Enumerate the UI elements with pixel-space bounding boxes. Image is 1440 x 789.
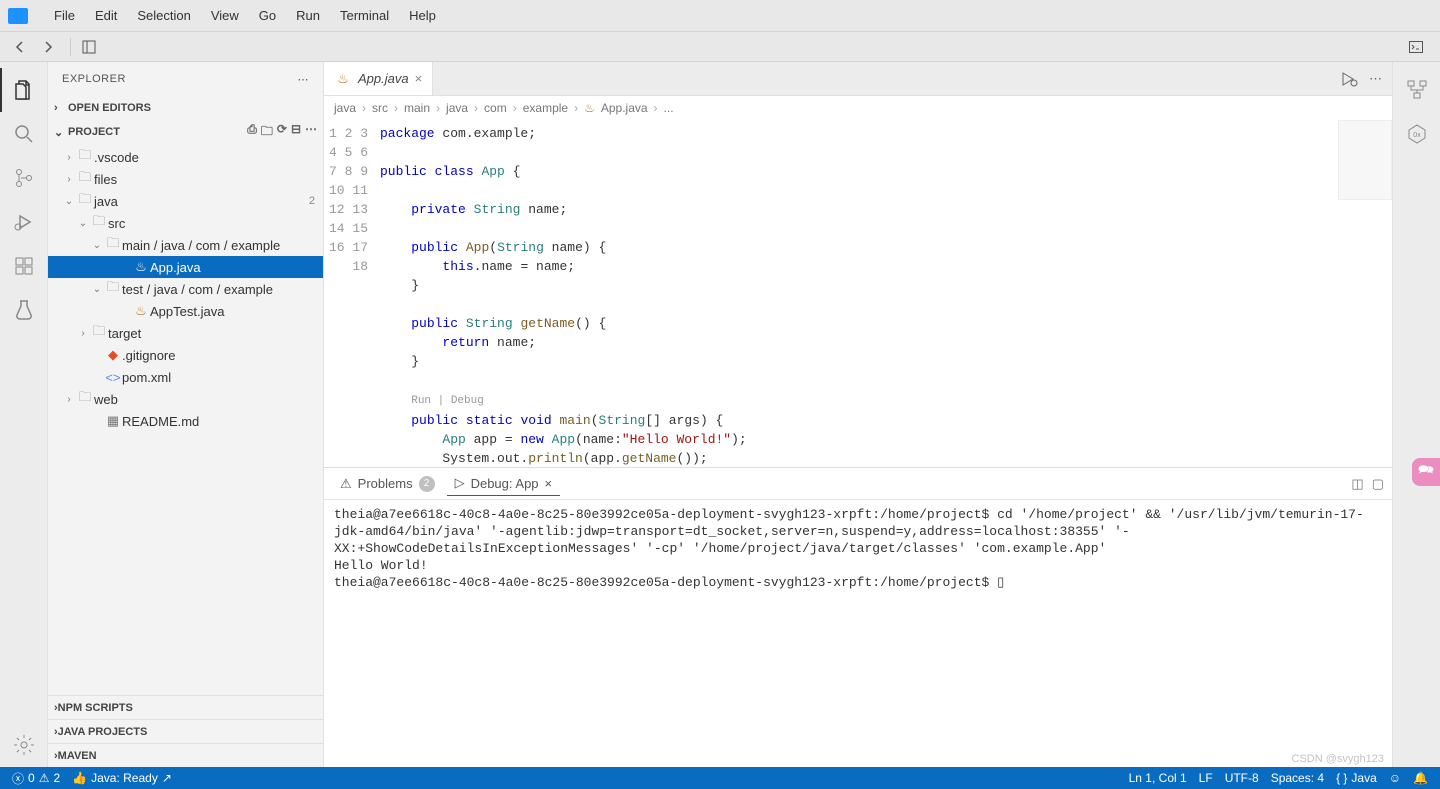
nav-forward-button[interactable]: [36, 35, 60, 59]
status-spaces[interactable]: Spaces: 4: [1265, 771, 1330, 785]
panel-tabs: ⚠ Problems 2 ▷ Debug: App × ◫ ▢: [324, 468, 1392, 500]
activity-scm[interactable]: [0, 156, 48, 200]
chevron-down-icon: ⌄: [54, 126, 68, 139]
minimap[interactable]: [1338, 120, 1392, 200]
menu-run[interactable]: Run: [286, 4, 330, 27]
activity-extensions[interactable]: [0, 244, 48, 288]
warning-icon: ⚠: [340, 476, 352, 492]
terminal-icon: ▷: [455, 475, 465, 491]
app-logo: [8, 8, 28, 24]
watermark: CSDN @svygh123: [1292, 753, 1384, 765]
collapse-icon[interactable]: ⊟: [291, 122, 301, 143]
terminal-toggle-button[interactable]: [1404, 35, 1428, 59]
maximize-panel-icon[interactable]: ▢: [1372, 476, 1384, 492]
sidebar-title: EXPLORER ⋯: [48, 62, 323, 96]
chevron-right-icon: ›: [54, 102, 68, 114]
section-maven[interactable]: ›MAVEN: [48, 743, 323, 767]
code-content[interactable]: package com.example; public class App { …: [380, 120, 1392, 467]
java-icon: ♨: [334, 71, 352, 87]
share-icon: ↗: [162, 771, 172, 785]
menu-help[interactable]: Help: [399, 4, 446, 27]
new-folder-icon[interactable]: 🗀: [261, 122, 273, 143]
close-icon[interactable]: ×: [545, 476, 553, 491]
menu-terminal[interactable]: Terminal: [330, 4, 399, 27]
terminal-output[interactable]: theia@a7ee6618c-40c8-4a0e-8c25-80e3992ce…: [324, 500, 1392, 767]
menu-bar: File Edit Selection View Go Run Terminal…: [0, 0, 1440, 32]
tree-folder-java[interactable]: ⌄🗀java2: [48, 190, 323, 212]
status-encoding[interactable]: UTF-8: [1219, 771, 1265, 785]
editor-area: ♨ App.java × ⋯ java› src› main› java› co…: [324, 62, 1392, 767]
right-panel-flowchart-icon[interactable]: [1393, 68, 1440, 112]
tab-more-icon[interactable]: ⋯: [1369, 71, 1382, 87]
sidebar-title-label: EXPLORER: [62, 73, 126, 85]
nav-back-button[interactable]: [8, 35, 32, 59]
svg-text:0x: 0x: [1413, 132, 1421, 139]
menu-selection[interactable]: Selection: [127, 4, 200, 27]
activity-search[interactable]: [0, 112, 48, 156]
codelens-run-debug[interactable]: Run | Debug: [411, 395, 484, 407]
menu-go[interactable]: Go: [249, 4, 286, 27]
tree-folder-main-path[interactable]: ⌄🗀main / java / com / example: [48, 234, 323, 256]
activity-debug[interactable]: [0, 200, 48, 244]
line-gutter: 1 2 3 4 5 6 7 8 9 10 11 12 13 14 15 16 1…: [324, 120, 380, 467]
run-icon[interactable]: [1341, 71, 1359, 87]
toggle-panel-button[interactable]: [77, 35, 101, 59]
tree-file-pom[interactable]: <>pom.xml: [48, 366, 323, 388]
tree-file-app-java[interactable]: ♨App.java: [48, 256, 323, 278]
refresh-icon[interactable]: ⟳: [277, 122, 287, 143]
tree-folder-web[interactable]: ›🗀web: [48, 388, 323, 410]
section-project[interactable]: ⌄ PROJECT ⎙ 🗀 ⟳ ⊟ ⋯: [48, 120, 323, 144]
tree-folder-src[interactable]: ⌄🗀src: [48, 212, 323, 234]
close-tab-button[interactable]: ×: [415, 71, 423, 86]
activity-testing[interactable]: [0, 288, 48, 332]
breadcrumb[interactable]: java› src› main› java› com› example› ♨Ap…: [324, 96, 1392, 120]
more-icon[interactable]: ⋯: [305, 122, 317, 143]
tree-folder-target[interactable]: ›🗀target: [48, 322, 323, 344]
tree-file-gitignore[interactable]: ◆.gitignore: [48, 344, 323, 366]
error-icon: ⓧ: [12, 770, 24, 787]
explorer-sidebar: EXPLORER ⋯ › OPEN EDITORS ⌄ PROJECT ⎙ 🗀 …: [48, 62, 324, 767]
activity-explorer[interactable]: [0, 68, 48, 112]
ai-assistant-tab[interactable]: 🗪: [1412, 458, 1440, 486]
new-file-icon[interactable]: ⎙: [247, 122, 257, 143]
activity-settings[interactable]: [0, 723, 48, 767]
tree-folder-vscode[interactable]: ›🗀.vscode: [48, 146, 323, 168]
status-errors[interactable]: ⓧ0⚠2: [6, 770, 66, 787]
panel-tab-problems[interactable]: ⚠ Problems 2: [332, 472, 443, 496]
tree-folder-files[interactable]: ›🗀files: [48, 168, 323, 190]
status-lang[interactable]: { }Java: [1330, 771, 1383, 785]
tree-folder-test-path[interactable]: ⌄🗀test / java / com / example: [48, 278, 323, 300]
status-bell-icon[interactable]: 🔔: [1407, 771, 1434, 785]
section-java-projects[interactable]: ›JAVA PROJECTS: [48, 719, 323, 743]
section-npm-scripts[interactable]: ›NPM SCRIPTS: [48, 695, 323, 719]
status-java-ready[interactable]: 👍Java: Ready↗: [66, 771, 178, 785]
split-panel-icon[interactable]: ◫: [1351, 476, 1363, 492]
activity-bar-right: 0x 🗪: [1392, 62, 1440, 767]
section-open-editors[interactable]: › OPEN EDITORS: [48, 96, 323, 120]
sidebar-more-icon[interactable]: ⋯: [298, 73, 310, 86]
separator: [70, 38, 71, 56]
editor-tabs: ♨ App.java × ⋯: [324, 62, 1392, 96]
tab-app-java[interactable]: ♨ App.java ×: [324, 62, 433, 95]
tree-file-readme[interactable]: ▦README.md: [48, 410, 323, 432]
bottom-panel: ⚠ Problems 2 ▷ Debug: App × ◫ ▢ theia@a7…: [324, 467, 1392, 767]
status-bar: ⓧ0⚠2 👍Java: Ready↗ Ln 1, Col 1 LF UTF-8 …: [0, 767, 1440, 789]
tree-file-apptest-java[interactable]: ♨AppTest.java: [48, 300, 323, 322]
status-feedback-icon[interactable]: ☺: [1383, 771, 1407, 785]
thumbs-up-icon: 👍: [72, 771, 87, 785]
status-lf[interactable]: LF: [1193, 771, 1219, 785]
activity-bar: [0, 62, 48, 767]
right-panel-hex-icon[interactable]: 0x: [1393, 112, 1440, 156]
code-editor[interactable]: 1 2 3 4 5 6 7 8 9 10 11 12 13 14 15 16 1…: [324, 120, 1392, 467]
menu-edit[interactable]: Edit: [85, 4, 127, 27]
warning-icon: ⚠: [39, 771, 50, 785]
menu-view[interactable]: View: [201, 4, 249, 27]
panel-tab-debug[interactable]: ▷ Debug: App ×: [447, 471, 561, 496]
status-ln-col[interactable]: Ln 1, Col 1: [1123, 771, 1193, 785]
toolbar: [0, 32, 1440, 62]
menu-file[interactable]: File: [44, 4, 85, 27]
